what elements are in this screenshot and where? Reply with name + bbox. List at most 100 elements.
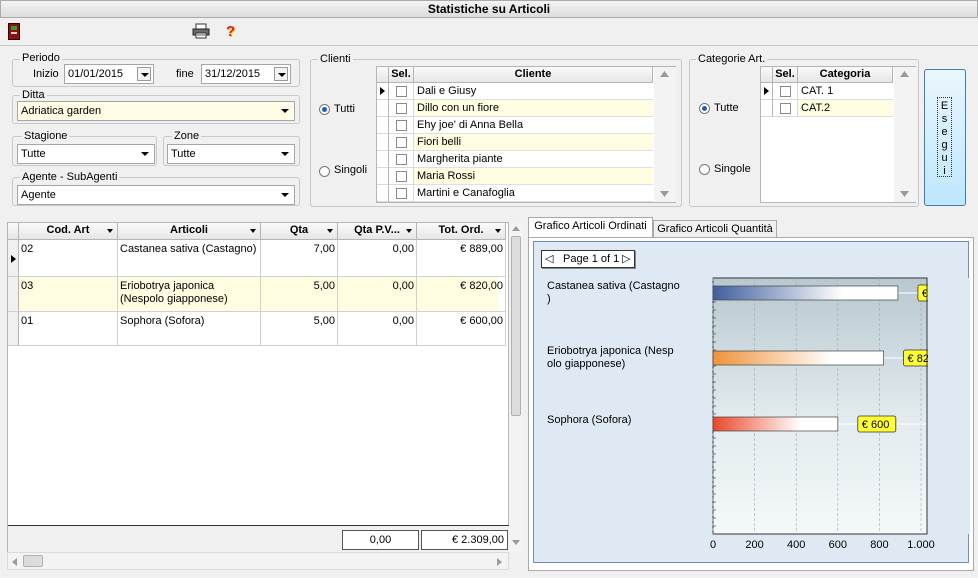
clienti-tutti-radio[interactable]	[319, 104, 330, 115]
chevron-down-icon[interactable]	[137, 67, 151, 81]
stagione-value: Tutte	[21, 148, 46, 160]
clienti-row[interactable]: Margherita piante	[377, 151, 653, 168]
clienti-tutti-label: Tutti	[334, 103, 355, 115]
tab-grafico-articoli-quantita[interactable]: Grafico Articoli Quantità	[653, 220, 777, 238]
plot-right-mask	[928, 278, 970, 534]
ditta-value: Adriatica garden	[21, 105, 102, 117]
clienti-singoli-label: Singoli	[334, 164, 368, 176]
inizio-date-picker[interactable]: 01/01/2015	[64, 64, 154, 84]
articolo-row[interactable]: 03 Eriobotrya japonica (Nespolo giappones…	[8, 277, 506, 312]
clienti-col-sel[interactable]: Sel.	[389, 67, 414, 83]
articoli-vscroll-thumb[interactable]	[511, 236, 521, 416]
clienti-scrollbar[interactable]	[654, 67, 676, 202]
column-title: Cod. Art	[46, 224, 90, 236]
zone-select[interactable]: Tutte	[167, 144, 295, 164]
fine-date-picker[interactable]: 31/12/2015	[201, 64, 291, 84]
clienti-col-cliente[interactable]: Cliente	[414, 67, 653, 83]
select-checkbox[interactable]	[780, 86, 791, 97]
select-checkbox[interactable]	[780, 103, 791, 114]
select-checkbox[interactable]	[396, 188, 407, 199]
scroll-up-icon[interactable]	[660, 71, 669, 77]
chevron-down-icon[interactable]	[278, 147, 292, 161]
row-header-cell	[8, 277, 19, 312]
scroll-down-icon[interactable]	[660, 191, 669, 197]
print-button[interactable]	[192, 23, 210, 39]
chevron-down-icon[interactable]	[278, 188, 292, 202]
categoria-row[interactable]: CAT.2	[761, 100, 893, 117]
bar-chart: 02004006008001.000€ 889Castanea sativa (…	[547, 277, 970, 551]
articoli-hscroll-thumb[interactable]	[23, 555, 43, 567]
cell-qtapv: 0,00	[338, 312, 417, 346]
tab-grafico-articoli-ordinati[interactable]: Grafico Articoli Ordinati	[528, 217, 653, 238]
bar	[712, 416, 839, 432]
filter-dropdown-icon[interactable]	[107, 229, 113, 233]
stagione-select[interactable]: Tutte	[17, 144, 155, 164]
categorie-col-categoria[interactable]: Categoria	[798, 67, 893, 83]
help-icon: ?	[226, 23, 236, 40]
cell-qta: 5,00	[261, 312, 338, 346]
row-header-cell	[377, 185, 389, 202]
filter-dropdown-icon[interactable]	[406, 229, 412, 233]
filter-dropdown-icon[interactable]	[250, 229, 256, 233]
scroll-right-icon[interactable]	[497, 558, 502, 566]
col-tot-ord[interactable]: Tot. Ord.	[417, 223, 506, 240]
articoli-hscrollbar[interactable]	[7, 552, 509, 570]
clienti-row[interactable]: Ehy joe' di Anna Bella	[377, 117, 653, 134]
categorie-singole-radio[interactable]	[699, 164, 710, 175]
chevron-down-icon[interactable]	[274, 67, 288, 81]
x-tick-label: 200	[745, 539, 763, 551]
clienti-row[interactable]: Fiori belli	[377, 134, 653, 151]
row-header-cell	[377, 168, 389, 185]
clienti-row[interactable]: Maria Rossi	[377, 168, 653, 185]
row-sel-cell	[389, 100, 414, 117]
chevron-down-icon[interactable]	[278, 104, 292, 118]
chevron-down-icon[interactable]	[138, 147, 152, 161]
scroll-down-icon[interactable]	[512, 540, 520, 545]
periodo-label: Periodo	[20, 52, 62, 64]
agente-select[interactable]: Agente	[17, 185, 295, 205]
col-qta[interactable]: Qta	[261, 223, 338, 240]
scroll-up-icon[interactable]	[512, 226, 520, 231]
x-tick-label: 1.000	[907, 539, 935, 551]
select-checkbox[interactable]	[396, 120, 407, 131]
cliente-name: Dillo con un fiore	[414, 100, 653, 117]
esegui-button[interactable]: Esegui	[924, 69, 966, 206]
x-tick-label: 400	[787, 539, 805, 551]
scroll-left-icon[interactable]	[12, 558, 17, 566]
categorie-tutte-radio[interactable]	[699, 103, 710, 114]
help-button[interactable]: ?	[226, 23, 240, 40]
select-checkbox[interactable]	[396, 86, 407, 97]
col-cod-art[interactable]: Cod. Art	[19, 223, 118, 240]
select-checkbox[interactable]	[396, 137, 407, 148]
clienti-row[interactable]: Dali e Giusy	[377, 83, 653, 100]
current-row-indicator-icon	[11, 255, 16, 263]
category-label: Castanea sativa (Castagno	[547, 280, 680, 292]
articolo-row[interactable]: 01 Sophora (Sofora) 5,00 0,00 € 600,00	[8, 312, 506, 346]
scroll-down-icon[interactable]	[900, 191, 909, 197]
row-header-cell	[761, 83, 773, 100]
col-articoli[interactable]: Articoli	[118, 223, 261, 240]
chart-panel: ◁ Page 1 of 1 ▷ 02004006008001.000€ 889C…	[533, 241, 970, 563]
exit-button[interactable]	[8, 23, 20, 40]
cell-articolo: Eriobotrya japonica (Nespolo giapponese)	[118, 277, 261, 312]
clienti-singoli-radio[interactable]	[319, 166, 330, 177]
articoli-footer: 0,00 € 2.309,00	[8, 525, 510, 552]
filter-dropdown-icon[interactable]	[495, 229, 501, 233]
categorie-scrollbar[interactable]	[894, 67, 916, 202]
categorie-col-sel[interactable]: Sel.	[773, 67, 798, 83]
select-checkbox[interactable]	[396, 103, 407, 114]
categorie-singole-label: Singole	[714, 163, 751, 175]
col-qta-pv[interactable]: Qta P.V...	[338, 223, 417, 240]
select-checkbox[interactable]	[396, 171, 407, 182]
articolo-row[interactable]: 02 Castanea sativa (Castagno) 7,00 0,00 € 88…	[8, 240, 506, 277]
ditta-select[interactable]: Adriatica garden	[17, 101, 295, 121]
clienti-row[interactable]: Dillo con un fiore	[377, 100, 653, 117]
select-checkbox[interactable]	[396, 154, 407, 165]
scroll-up-icon[interactable]	[900, 71, 909, 77]
clienti-row[interactable]: Martini e Canafoglia	[377, 185, 653, 202]
categoria-row[interactable]: CAT. 1	[761, 83, 893, 100]
articoli-vscrollbar[interactable]	[509, 222, 523, 552]
column-title: Tot. Ord.	[438, 224, 484, 236]
categoria-name: CAT. 1	[798, 83, 893, 100]
filter-dropdown-icon[interactable]	[327, 229, 333, 233]
